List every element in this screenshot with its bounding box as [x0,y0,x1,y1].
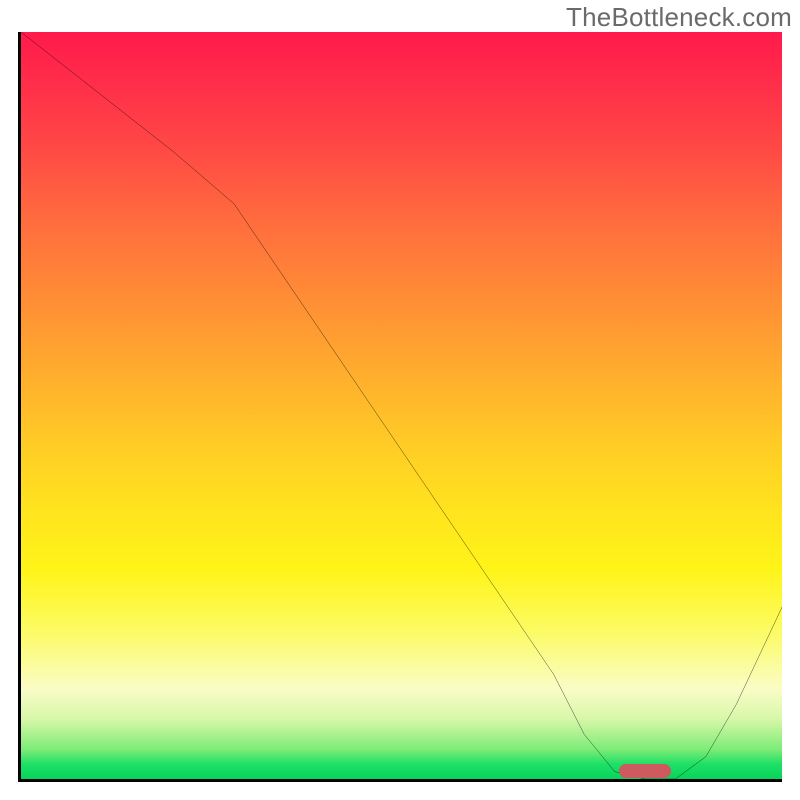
optimal-marker [619,764,671,778]
plot-area [18,32,782,782]
chart-container: TheBottleneck.com [0,0,800,800]
watermark-text: TheBottleneck.com [566,2,792,33]
severity-gradient [21,32,782,779]
